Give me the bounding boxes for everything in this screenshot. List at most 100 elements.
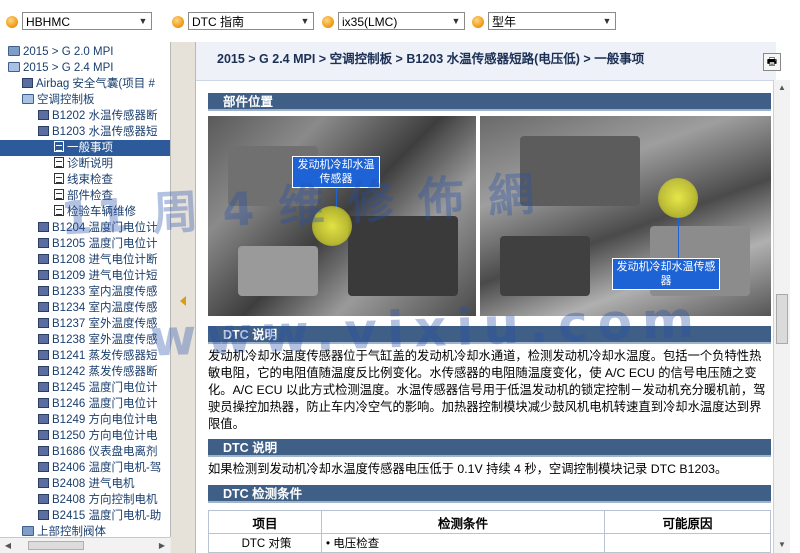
tree-scroll-thumb[interactable] — [28, 541, 84, 550]
tree-item[interactable]: B1245 温度门电位计 — [38, 380, 157, 396]
type-bullet-icon — [172, 16, 184, 28]
book-icon — [38, 398, 49, 408]
section-dtc-description-title-2: DTC 说明 — [208, 439, 771, 457]
navigation-tree: 2015 > G 2.0 MPI 2015 > G 2.4 MPI Airbag 安… — [0, 42, 171, 537]
sensor-callout-left: 发动机冷却水温传感器 — [292, 156, 380, 188]
folder-open-icon — [8, 62, 20, 72]
tree-item-label: B1241 蒸发传感器短 — [52, 350, 158, 362]
dtc-conditions-table: 项目 检测条件 可能原因 DTC 对策 • 电压检查 — [208, 510, 771, 553]
tree-item[interactable]: 2015 > G 2.4 MPI — [8, 60, 113, 76]
tree-item-label: B1205 温度门电位计 — [52, 238, 158, 250]
chevron-down-icon: ▼ — [138, 16, 148, 26]
tree-item-label: B1209 进气电位计短 — [52, 270, 158, 282]
tree-item[interactable]: B1686 仪表盘电离剂 — [38, 444, 157, 460]
scroll-down-icon[interactable]: ▼ — [776, 539, 788, 551]
tree-item[interactable]: B1204 温度门电位计 — [38, 220, 157, 236]
model-select[interactable]: ix35(LMC) ▼ — [338, 12, 465, 30]
tree-item[interactable]: 检验车辆维修 — [54, 204, 136, 220]
book-icon — [38, 478, 49, 488]
tree-item[interactable]: B1238 室外温度传感 — [38, 332, 157, 348]
chevron-down-icon: ▼ — [300, 16, 310, 26]
content-scroll-thumb[interactable] — [776, 294, 788, 344]
tree-item-label: 一般事项 — [67, 142, 113, 154]
tree-item[interactable]: B1233 室内温度传感 — [38, 284, 157, 300]
scroll-right-icon[interactable]: ▶ — [156, 540, 168, 551]
tree-item-label: B1204 温度门电位计 — [52, 222, 158, 234]
tree-item[interactable]: 一般事项 — [0, 140, 170, 156]
tree-item[interactable]: B2408 方向控制电机 — [38, 492, 157, 508]
tree-item[interactable]: 诊断说明 — [54, 156, 113, 172]
scroll-up-icon[interactable]: ▲ — [776, 82, 788, 94]
tree-item[interactable]: 空调控制板 — [22, 92, 95, 108]
component-photo-left: 发动机冷却水温传感器 — [208, 116, 476, 316]
tree-item[interactable]: Airbag 安全气囊(项目 # — [22, 76, 155, 92]
scroll-left-icon[interactable]: ◀ — [2, 540, 14, 551]
section-dtc-description-title: DTC 说明 — [208, 326, 771, 344]
table-header-cell: 项目 — [208, 510, 322, 534]
tree-horizontal-scrollbar[interactable]: ◀ ▶ — [0, 537, 170, 553]
tree-item-label: B1233 室内温度传感 — [52, 286, 158, 298]
tree-item[interactable]: B1246 温度门电位计 — [38, 396, 157, 412]
book-icon — [38, 366, 49, 376]
folder-open-icon — [22, 94, 34, 104]
brand-select[interactable]: HBHMC ▼ — [22, 12, 152, 30]
doc-icon — [54, 173, 64, 184]
book-icon — [38, 238, 49, 248]
tree-item[interactable]: B1249 方向电位计电 — [38, 412, 157, 428]
tree-item-label: 上部控制阀体 — [37, 526, 106, 537]
type-select[interactable]: DTC 指南 ▼ — [188, 12, 314, 30]
tree-item[interactable]: B1209 进气电位计短 — [38, 268, 157, 284]
tree-item-label: Airbag 安全气囊(项目 # — [36, 78, 155, 90]
tree-item[interactable]: B2408 进气电机 — [38, 476, 134, 492]
doc-icon — [54, 205, 64, 216]
tree-item[interactable]: B1208 进气电位计断 — [38, 252, 157, 268]
tree-item[interactable]: B2406 温度门电机-驾 — [38, 460, 161, 476]
tree-item-label: B2406 温度门电机-驾 — [52, 462, 162, 474]
table-cell — [604, 533, 771, 553]
dtc-description-text: 发动机冷却水温度传感器位于气缸盖的发动机冷却水通道，检测发动机冷却水温度。包括一… — [208, 349, 766, 431]
tree-item-label: 检验车辆维修 — [67, 206, 136, 218]
tree-item[interactable]: 2015 > G 2.0 MPI — [8, 44, 113, 60]
tree-item[interactable]: B1234 室内温度传感 — [38, 300, 157, 316]
tree-item[interactable]: 上部控制阀体 — [22, 524, 106, 537]
tree-item-label: B1203 水温传感器短 — [52, 126, 158, 138]
year-select[interactable]: 型年 ▼ — [488, 12, 616, 30]
table-cell: • 电压检查 — [321, 533, 605, 553]
tree-item-label: B2415 温度门电机-助 — [52, 510, 162, 522]
tree-item[interactable]: B1203 水温传感器短 — [38, 124, 157, 140]
engine-part — [520, 136, 640, 206]
book-icon — [38, 510, 49, 520]
tree-item[interactable]: B1250 方向电位计电 — [38, 428, 157, 444]
dtc-detection-text: 如果检测到发动机冷却水温度传感器电压低于 0.1V 持续 4 秒，空调控制模块记… — [208, 462, 728, 476]
book-icon — [38, 382, 49, 392]
engine-part — [500, 236, 590, 296]
book-icon — [38, 222, 49, 232]
section-dtc-conditions-title: DTC 检测条件 — [208, 485, 771, 503]
tree-item[interactable]: B1237 室外温度传感 — [38, 316, 157, 332]
tree-item[interactable]: B1202 水温传感器断 — [38, 108, 157, 124]
breadcrumb-text: 2015 > G 2.4 MPI > 空调控制板 > B1203 水温传感器短路… — [217, 52, 645, 66]
tree-item-label: B1242 蒸发传感器断 — [52, 366, 158, 378]
pane-splitter[interactable] — [171, 42, 196, 553]
tree-item[interactable]: 线束检查 — [54, 172, 113, 188]
brand-bullet-icon — [6, 16, 18, 28]
chevron-down-icon: ▼ — [451, 16, 461, 26]
book-icon — [38, 270, 49, 280]
doc-icon — [54, 189, 64, 200]
collapse-left-icon[interactable] — [180, 296, 186, 306]
book-icon — [38, 350, 49, 360]
tree-item[interactable]: B1205 温度门电位计 — [38, 236, 157, 252]
engine-part — [348, 216, 458, 296]
tree-item[interactable]: B2415 温度门电机-助 — [38, 508, 161, 524]
content-vertical-scrollbar[interactable]: ▲ ▼ — [773, 80, 790, 553]
year-bullet-icon — [472, 16, 484, 28]
print-button[interactable]: 🖶 — [763, 53, 781, 71]
tree-item[interactable]: B1241 蒸发传感器短 — [38, 348, 157, 364]
tree-item-label: B1249 方向电位计电 — [52, 414, 158, 426]
tree-item[interactable]: B1242 蒸发传感器断 — [38, 364, 157, 380]
engine-part — [238, 246, 318, 296]
tree-item[interactable]: 部件检查 — [54, 188, 113, 204]
folder-icon — [22, 526, 34, 536]
book-icon — [38, 286, 49, 296]
tree-item-label: B2408 进气电机 — [52, 478, 135, 490]
